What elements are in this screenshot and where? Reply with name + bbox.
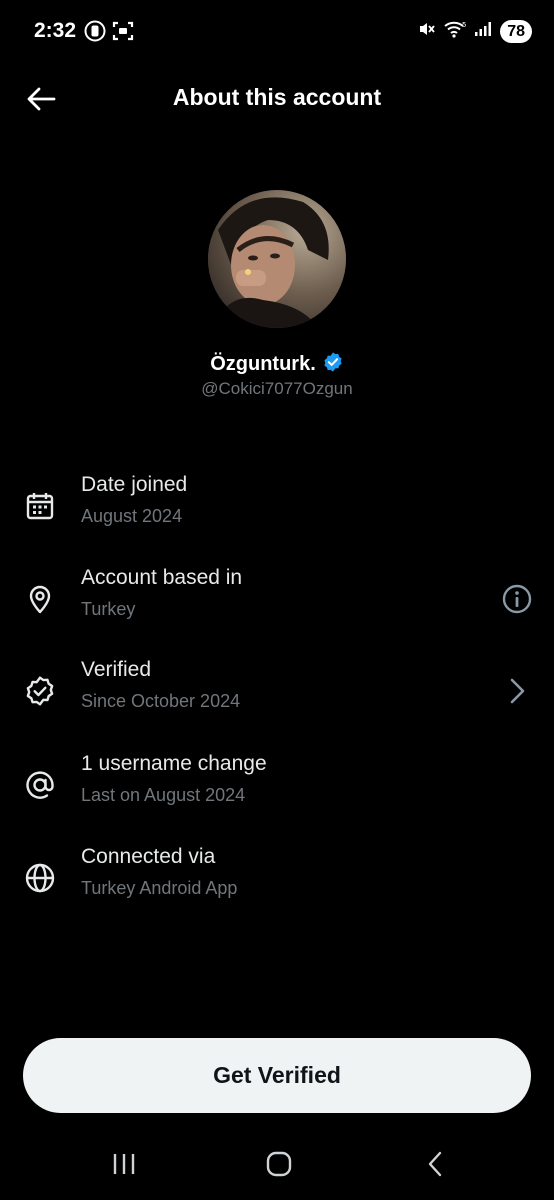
info-subtitle: August 2024 <box>81 506 183 526</box>
info-item-connected-via: Connected via Turkey Android App <box>0 845 554 915</box>
info-item-date-joined: Date joined August 2024 <box>0 473 554 543</box>
status-notification-icons <box>84 20 134 47</box>
notification-app-icon <box>84 20 106 47</box>
info-title: Verified <box>81 658 152 681</box>
info-button[interactable] <box>500 582 534 616</box>
info-title: Account based in <box>81 566 243 589</box>
verified-badge-outline-icon <box>24 675 56 707</box>
calendar-icon <box>24 490 56 522</box>
chevron-right-icon <box>510 678 525 704</box>
status-bar: 2:32 5 78 <box>0 0 554 66</box>
wifi-icon: 5 <box>444 20 467 43</box>
username-handle: @Cokici7077Ozgun <box>201 379 353 398</box>
display-name-row: Özgunturk. <box>0 351 554 378</box>
info-title: Connected via <box>81 845 216 868</box>
screenshot-icon <box>112 20 134 47</box>
status-system-icons: 5 78 <box>418 20 532 43</box>
info-subtitle: Turkey Android App <box>81 878 238 898</box>
chevron-left-icon <box>428 1151 442 1177</box>
verified-badge-icon <box>322 351 344 378</box>
info-title: 1 username change <box>81 752 267 775</box>
system-navigation-bar <box>0 1130 554 1200</box>
info-item-account-location: Account based in Turkey <box>0 566 554 636</box>
info-item-username-changes: 1 username change Last on August 2024 <box>0 752 554 822</box>
get-verified-button[interactable]: Get Verified <box>23 1038 531 1113</box>
home-button[interactable] <box>259 1148 299 1180</box>
battery-indicator: 78 <box>500 20 532 43</box>
signal-icon <box>474 21 492 42</box>
avatar[interactable] <box>208 190 346 328</box>
page-title: About this account <box>172 84 382 110</box>
globe-icon <box>24 862 56 894</box>
home-icon <box>266 1151 292 1177</box>
location-pin-icon <box>24 583 56 615</box>
info-subtitle: Turkey <box>81 599 136 619</box>
info-subtitle: Last on August 2024 <box>81 785 246 805</box>
recent-apps-icon <box>113 1154 135 1174</box>
svg-text:5: 5 <box>462 21 466 29</box>
info-item-verified[interactable]: Verified Since October 2024 <box>0 658 554 728</box>
display-name: Özgunturk. <box>210 353 316 375</box>
mute-icon <box>418 20 436 43</box>
system-back-button[interactable] <box>415 1148 455 1180</box>
recent-apps-button[interactable] <box>104 1148 144 1180</box>
status-time: 2:32 <box>34 19 77 42</box>
info-title: Date joined <box>81 473 188 496</box>
info-icon <box>502 584 532 614</box>
at-sign-icon <box>24 769 56 801</box>
top-app-bar: About this account <box>0 66 554 130</box>
info-subtitle: Since October 2024 <box>81 691 241 711</box>
verified-details-button[interactable] <box>500 674 534 708</box>
